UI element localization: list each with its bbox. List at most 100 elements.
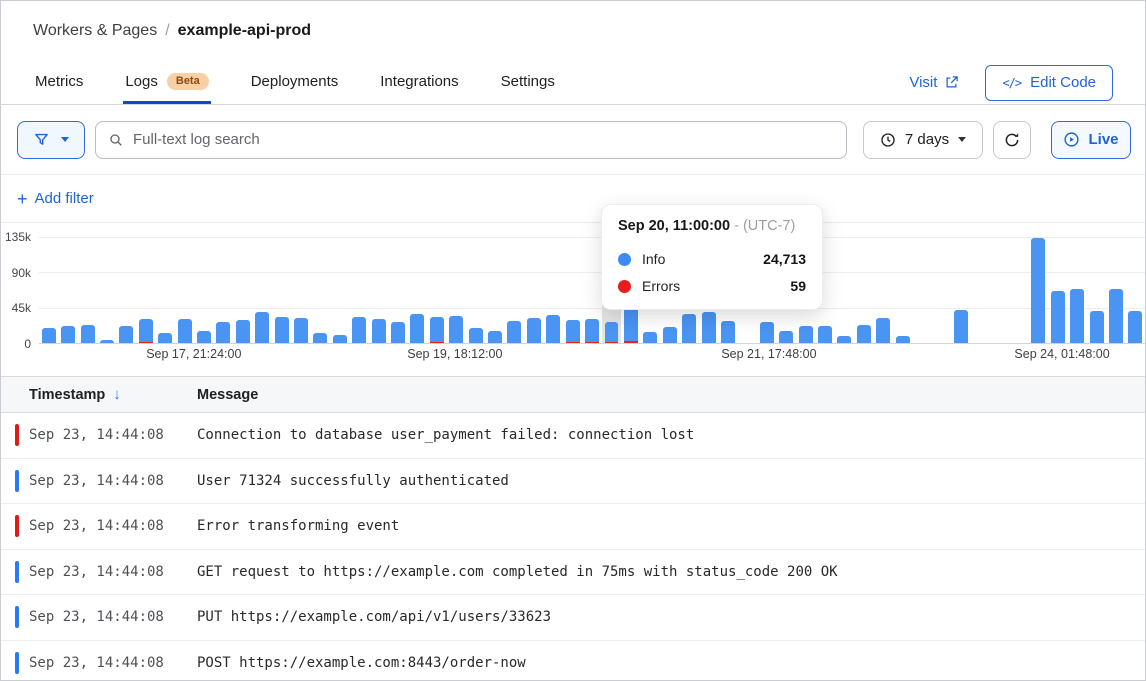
log-timestamp: Sep 23, 14:44:08 bbox=[1, 518, 197, 534]
bar-info-segment bbox=[236, 320, 250, 343]
log-row[interactable]: Sep 23, 14:44:08 User 71324 successfully… bbox=[1, 459, 1145, 505]
refresh-button[interactable] bbox=[993, 121, 1031, 159]
beta-badge: Beta bbox=[167, 73, 209, 90]
column-header-timestamp[interactable]: Timestamp ↓ bbox=[1, 386, 197, 403]
live-button[interactable]: Live bbox=[1051, 121, 1131, 159]
bar-info-segment bbox=[585, 319, 599, 342]
filter-dropdown-button[interactable] bbox=[17, 121, 85, 159]
chart-bar[interactable] bbox=[1126, 237, 1145, 343]
visit-link[interactable]: Visit bbox=[909, 74, 959, 91]
bar-info-segment bbox=[954, 310, 968, 343]
bar-info-segment bbox=[469, 328, 483, 343]
series-value: 59 bbox=[790, 278, 806, 294]
chevron-down-icon bbox=[958, 137, 966, 142]
chart-bar[interactable] bbox=[524, 237, 543, 343]
chart-bar[interactable] bbox=[330, 237, 349, 343]
bar-info-segment bbox=[42, 328, 56, 343]
chart-bar[interactable] bbox=[1048, 237, 1067, 343]
sort-descending-icon: ↓ bbox=[113, 386, 121, 403]
bar-info-segment bbox=[721, 321, 735, 343]
bar-info-segment bbox=[643, 332, 657, 343]
chart-bar[interactable] bbox=[971, 237, 990, 343]
x-tick-label: Sep 21, 17:48:00 bbox=[721, 347, 816, 361]
log-row[interactable]: Sep 23, 14:44:08 GET request to https://… bbox=[1, 550, 1145, 596]
y-tick-label: 135k bbox=[5, 230, 31, 244]
chart-bar[interactable] bbox=[311, 237, 330, 343]
funnel-icon bbox=[33, 131, 50, 148]
chart-bar[interactable] bbox=[194, 237, 213, 343]
series-color-dot bbox=[618, 280, 631, 293]
chart-bar[interactable] bbox=[39, 237, 58, 343]
bar-info-segment bbox=[527, 318, 541, 343]
chart-bar[interactable] bbox=[58, 237, 77, 343]
chart-bar[interactable] bbox=[563, 237, 582, 343]
log-row[interactable]: Sep 23, 14:44:08 PUT https://example.com… bbox=[1, 595, 1145, 641]
chart-bar[interactable] bbox=[97, 237, 116, 343]
log-timestamp: Sep 23, 14:44:08 bbox=[1, 609, 197, 625]
chart-bar[interactable] bbox=[214, 237, 233, 343]
time-range-value: 7 days bbox=[905, 131, 949, 148]
chart-bar[interactable] bbox=[136, 237, 155, 343]
chart-bar[interactable] bbox=[291, 237, 310, 343]
chart-bar[interactable] bbox=[1009, 237, 1028, 343]
chart-bar[interactable] bbox=[912, 237, 931, 343]
chart-tooltip: Sep 20, 11:00:00 - (UTC-7) Info24,713Err… bbox=[601, 204, 823, 310]
tab-integrations-label: Integrations bbox=[380, 73, 458, 90]
chart-bar[interactable] bbox=[427, 237, 446, 343]
bar-info-segment bbox=[255, 312, 269, 343]
tab-logs[interactable]: Logs Beta bbox=[123, 61, 210, 104]
chart-bar[interactable] bbox=[78, 237, 97, 343]
chart-bar[interactable] bbox=[175, 237, 194, 343]
severity-indicator bbox=[15, 470, 19, 492]
chart-bar[interactable] bbox=[485, 237, 504, 343]
chart-bar[interactable] bbox=[233, 237, 252, 343]
chart-bar[interactable] bbox=[1087, 237, 1106, 343]
breadcrumb-section[interactable]: Workers & Pages bbox=[33, 22, 157, 40]
tab-settings[interactable]: Settings bbox=[499, 61, 557, 104]
chart-bar[interactable] bbox=[835, 237, 854, 343]
log-row[interactable]: Sep 23, 14:44:08 Connection to database … bbox=[1, 413, 1145, 459]
time-range-dropdown[interactable]: 7 days bbox=[863, 121, 983, 159]
chart-bar[interactable] bbox=[117, 237, 136, 343]
edit-code-button[interactable]: </> Edit Code bbox=[985, 65, 1113, 101]
chart-bar[interactable] bbox=[388, 237, 407, 343]
search-input[interactable] bbox=[133, 131, 834, 148]
chart-bar[interactable] bbox=[466, 237, 485, 343]
y-tick-label: 0 bbox=[24, 337, 31, 351]
bar-error-segment bbox=[139, 342, 153, 344]
chart-bar[interactable] bbox=[990, 237, 1009, 343]
chart-bar[interactable] bbox=[1106, 237, 1125, 343]
chart-bar[interactable] bbox=[1068, 237, 1087, 343]
chart-bar[interactable] bbox=[544, 237, 563, 343]
bar-info-segment bbox=[663, 327, 677, 343]
chart-bars[interactable] bbox=[39, 237, 1145, 343]
chart-bar[interactable] bbox=[893, 237, 912, 343]
chart-bar[interactable] bbox=[854, 237, 873, 343]
y-tick-label: 45k bbox=[12, 301, 31, 315]
search-icon bbox=[108, 132, 124, 148]
chart-bar[interactable] bbox=[369, 237, 388, 343]
chart-bar[interactable] bbox=[932, 237, 951, 343]
log-rows: Sep 23, 14:44:08 Connection to database … bbox=[1, 413, 1145, 681]
log-row[interactable]: Sep 23, 14:44:08 Error transforming even… bbox=[1, 504, 1145, 550]
chart-bar[interactable] bbox=[1029, 237, 1048, 343]
chart-bar[interactable] bbox=[447, 237, 466, 343]
chart-bar[interactable] bbox=[252, 237, 271, 343]
tooltip-series-row: Info24,713 bbox=[618, 251, 806, 267]
chart-bar[interactable] bbox=[873, 237, 892, 343]
chart-bar[interactable] bbox=[350, 237, 369, 343]
y-tick-label: 90k bbox=[12, 266, 31, 280]
tab-metrics[interactable]: Metrics bbox=[33, 61, 85, 104]
chart-bar[interactable] bbox=[951, 237, 970, 343]
chart-bar[interactable] bbox=[272, 237, 291, 343]
chart-bar[interactable] bbox=[408, 237, 427, 343]
tab-deployments[interactable]: Deployments bbox=[249, 61, 341, 104]
bar-info-segment bbox=[61, 326, 75, 343]
log-row[interactable]: Sep 23, 14:44:08 POST https://example.co… bbox=[1, 641, 1145, 681]
tab-integrations[interactable]: Integrations bbox=[378, 61, 460, 104]
chart-bar[interactable] bbox=[155, 237, 174, 343]
bar-info-segment bbox=[197, 331, 211, 343]
chart-bar[interactable] bbox=[582, 237, 601, 343]
add-filter-button[interactable]: + Add filter bbox=[17, 190, 94, 208]
chart-bar[interactable] bbox=[505, 237, 524, 343]
